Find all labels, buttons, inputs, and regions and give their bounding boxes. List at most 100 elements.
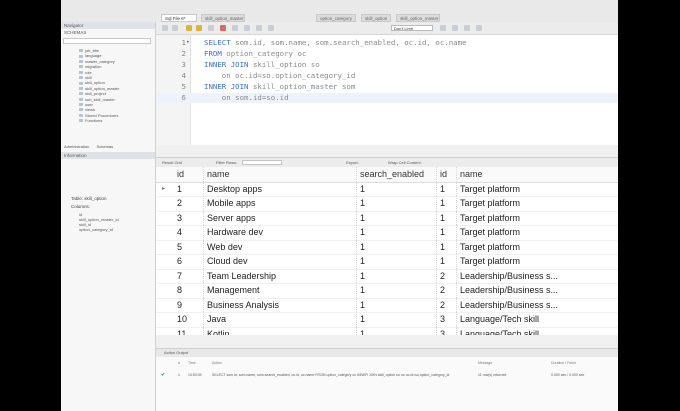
- grid-cell[interactable]: 1: [356, 312, 436, 327]
- grid-cell[interactable]: Web dev: [203, 239, 356, 254]
- grid-cell[interactable]: 1: [356, 268, 436, 283]
- grid-cell[interactable]: 1: [436, 196, 456, 211]
- tab-administration[interactable]: Administration: [61, 144, 92, 149]
- grid-cell[interactable]: Target platform: [456, 181, 576, 196]
- result-grid[interactable]: id name search_enabled id name 1 Desktop apps 1…: [156, 167, 618, 335]
- grid-cell[interactable]: Target platform: [456, 225, 576, 240]
- table-row[interactable]: 1 Desktop apps 1 1 Target platform ▸: [156, 181, 618, 197]
- grid-cell[interactable]: 1: [436, 225, 456, 240]
- grid-cell[interactable]: 3: [174, 211, 203, 226]
- wrap-icon[interactable]: [476, 25, 482, 31]
- grid-cell[interactable]: Leadership/Business s...: [456, 297, 576, 312]
- toggle-icon[interactable]: [232, 25, 238, 31]
- grid-cell[interactable]: 1: [356, 254, 436, 269]
- grid-cell[interactable]: 1: [356, 297, 436, 312]
- grid-cell[interactable]: 1: [356, 239, 436, 254]
- table-row[interactable]: 6 Cloud dev 1 1 Target platform: [156, 254, 618, 270]
- sql-editor[interactable]: 1 • SELECT som.id, som.name, som.search_en…: [156, 35, 618, 145]
- table-row[interactable]: 9 Business Analysis 1 2 Leadership/Business …: [156, 297, 618, 313]
- table-row[interactable]: 2 Mobile apps 1 1 Target platform: [156, 196, 618, 212]
- grid-cell[interactable]: 2: [436, 283, 456, 298]
- result-grid-label[interactable]: Result Grid: [162, 158, 182, 167]
- code-line[interactable]: 1 • SELECT som.id, som.name, som.search_en…: [156, 38, 618, 48]
- grid-cell[interactable]: 1: [356, 210, 436, 225]
- autocommit-icon[interactable]: [244, 25, 250, 31]
- column-header[interactable]: id: [174, 167, 203, 182]
- grid-cell[interactable]: 5: [174, 240, 203, 255]
- commit-icon[interactable]: [256, 25, 262, 31]
- grid-cell[interactable]: 2: [436, 297, 456, 312]
- table-row[interactable]: 5 Web dev 1 1 Target platform: [156, 239, 618, 255]
- code-line[interactable]: 2 FROM option_category oc: [156, 49, 618, 59]
- tab-sql-file[interactable]: Sql File 6*: [161, 14, 197, 22]
- wrap-cell-label[interactable]: Wrap Cell Content:: [388, 158, 422, 167]
- grid-cell[interactable]: 1: [174, 182, 203, 197]
- code-line[interactable]: 5 INNER JOIN skill_option_master som: [156, 82, 618, 92]
- grid-cell[interactable]: 3: [436, 312, 456, 327]
- grid-cell[interactable]: 11: [174, 327, 203, 336]
- grid-cell[interactable]: 6: [174, 254, 203, 269]
- grid-cell[interactable]: Cloud dev: [203, 254, 356, 269]
- open-file-icon[interactable]: [162, 25, 168, 31]
- save-icon[interactable]: [172, 25, 178, 31]
- grid-cell[interactable]: Language/Tech skill: [456, 326, 576, 335]
- tab-schemas[interactable]: Schemas: [93, 144, 116, 149]
- schema-tree-item[interactable]: Functions: [79, 118, 151, 123]
- grid-cell[interactable]: Management: [203, 283, 356, 298]
- execute-current-icon[interactable]: [196, 25, 202, 31]
- output-tab[interactable]: Action Output: [156, 349, 618, 357]
- grid-cell[interactable]: 2: [436, 268, 456, 283]
- column-header[interactable]: name: [203, 167, 356, 182]
- rollback-icon[interactable]: [268, 25, 274, 31]
- grid-cell[interactable]: Language/Tech skill: [456, 312, 576, 327]
- grid-cell[interactable]: Target platform: [456, 239, 576, 254]
- grid-cell[interactable]: 1: [356, 196, 436, 211]
- grid-cell[interactable]: Target platform: [456, 254, 576, 269]
- tab-skill-option-master-2[interactable]: skill_option_master: [396, 14, 440, 22]
- column-header[interactable]: search_enabled: [356, 167, 436, 182]
- column-header[interactable]: id: [436, 167, 456, 182]
- code-line[interactable]: 4 on oc.id=so.option_category_id: [156, 71, 618, 81]
- grid-cell[interactable]: Hardware dev: [203, 225, 356, 240]
- execute-icon[interactable]: [186, 25, 192, 31]
- grid-cell[interactable]: Leadership/Business s...: [456, 268, 576, 283]
- grid-cell[interactable]: 1: [356, 326, 436, 335]
- explain-icon[interactable]: [208, 25, 214, 31]
- grid-cell[interactable]: 1: [356, 283, 436, 298]
- grid-cell[interactable]: Leadership/Business s...: [456, 283, 576, 298]
- grid-cell[interactable]: 2: [174, 196, 203, 211]
- code-line[interactable]: 6 on som.id=so.id: [156, 93, 618, 103]
- table-row[interactable]: 11 Kotlin 1 3 Language/Tech skill: [156, 326, 618, 336]
- grid-cell[interactable]: Kotlin: [203, 326, 356, 335]
- table-row[interactable]: 10 Java 1 3 Language/Tech skill: [156, 312, 618, 328]
- code-line[interactable]: 3 INNER JOIN skill_option so: [156, 60, 618, 70]
- grid-cell[interactable]: 4: [174, 225, 203, 240]
- grid-cell[interactable]: 1: [436, 210, 456, 225]
- invisible-chars-icon[interactable]: [464, 25, 470, 31]
- grid-cell[interactable]: Java: [203, 312, 356, 327]
- tab-option-category[interactable]: option_category: [316, 14, 356, 22]
- table-row[interactable]: 4 Hardware dev 1 1 Target platform: [156, 225, 618, 241]
- grid-cell[interactable]: 1: [436, 254, 456, 269]
- grid-cell[interactable]: Desktop apps: [203, 181, 356, 196]
- grid-cell[interactable]: 10: [174, 312, 203, 327]
- grid-cell[interactable]: 1: [436, 239, 456, 254]
- grid-cell[interactable]: 1: [356, 181, 436, 196]
- table-row[interactable]: 7 Team Leadership 1 2 Leadership/Business s.…: [156, 268, 618, 284]
- grid-cell[interactable]: Business Analysis: [203, 297, 356, 312]
- grid-cell[interactable]: Server apps: [203, 210, 356, 225]
- beautify-icon[interactable]: [440, 25, 446, 31]
- grid-cell[interactable]: Mobile apps: [203, 196, 356, 211]
- column-header[interactable]: name: [456, 167, 576, 182]
- grid-cell[interactable]: Target platform: [456, 196, 576, 211]
- filter-rows-input[interactable]: [242, 160, 282, 165]
- export-label[interactable]: Export:: [346, 158, 359, 167]
- grid-cell[interactable]: 1: [356, 225, 436, 240]
- tab-skill-option[interactable]: skill_option: [361, 14, 391, 22]
- limit-select[interactable]: Don't Limit: [391, 25, 433, 31]
- grid-cell[interactable]: Target platform: [456, 210, 576, 225]
- grid-cell[interactable]: Team Leadership: [203, 268, 356, 283]
- grid-cell[interactable]: 8: [174, 283, 203, 298]
- grid-cell[interactable]: 3: [436, 326, 456, 335]
- tab-skill-option-master[interactable]: skill_option_master: [201, 14, 245, 22]
